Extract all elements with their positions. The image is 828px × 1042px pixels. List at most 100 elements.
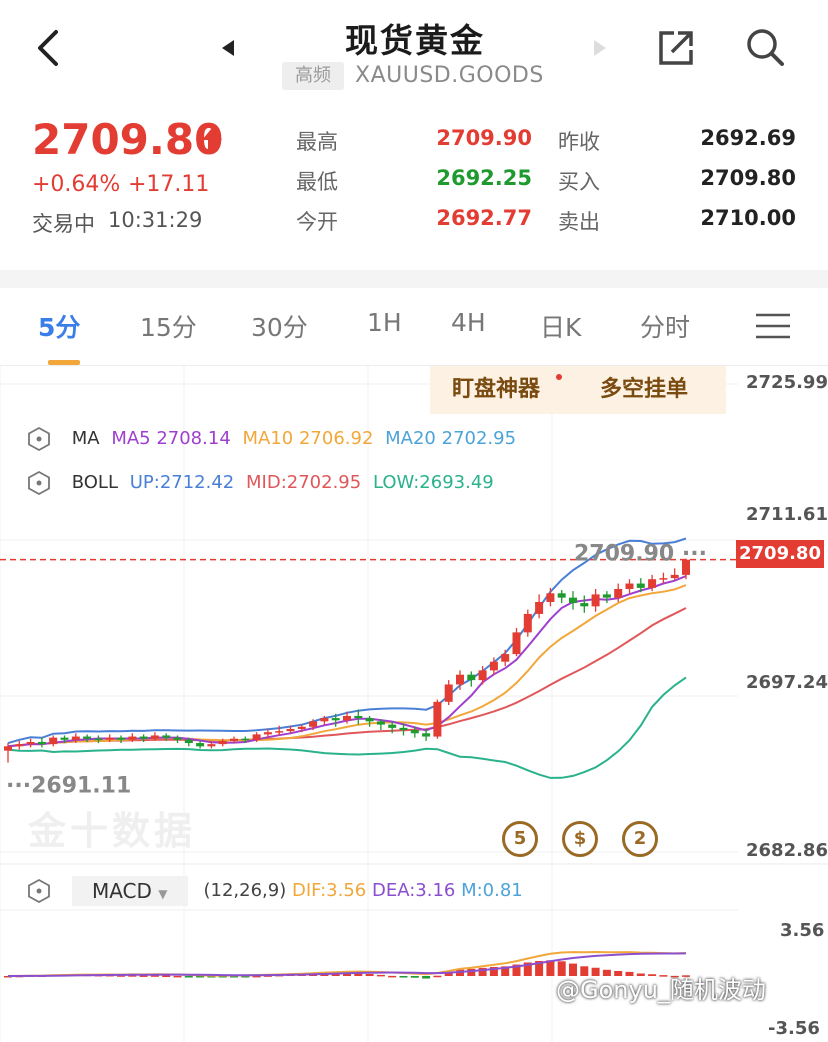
hexagon-settings-icon[interactable]: [26, 426, 52, 452]
candle-body: [433, 701, 442, 737]
page-title: 现货黄金: [345, 21, 485, 60]
indicator-select-label: MACD: [91, 879, 152, 903]
candle-body: [444, 684, 453, 702]
long-short-button[interactable]: 多空挂单: [600, 366, 688, 414]
tab-daily[interactable]: 日K: [540, 308, 581, 344]
prev-close-value: 2692.69: [700, 126, 796, 150]
candle-body: [670, 574, 679, 579]
candle-body: [523, 613, 532, 633]
author-credit: @Gonyu_随机波动: [556, 976, 766, 1004]
dea-value: DEA:3.16: [371, 880, 456, 901]
candle-body: [49, 737, 58, 745]
candle-body: [636, 583, 645, 588]
macd-bar: [410, 976, 419, 978]
candle-body: [263, 732, 272, 735]
tab-4h[interactable]: 4H: [451, 308, 486, 337]
candle-body: [399, 727, 408, 731]
next-arrow-icon[interactable]: [592, 38, 608, 58]
last-price: 2709.80: [32, 115, 224, 164]
candle-body: [286, 728, 295, 732]
candle-body: [297, 726, 306, 729]
period-tabs: 5分 15分 30分 1H 4H 日K 分时: [0, 288, 828, 366]
candle-body: [139, 736, 148, 739]
y-tick-label: 2682.86: [746, 840, 828, 861]
candle-body: [105, 737, 114, 740]
macd-y-tick: -3.56: [768, 1018, 820, 1039]
high-marker: 2709.90 ···: [574, 542, 707, 567]
macd-params: (12,26,9): [203, 880, 287, 901]
candle-body: [591, 594, 600, 607]
macd-bar: [173, 975, 182, 978]
candle-body: [117, 737, 125, 740]
candle-body: [602, 594, 611, 598]
ma20-value: MA20 2702.95: [385, 428, 517, 449]
event-badge-2[interactable]: 2: [622, 821, 658, 857]
indicator-select[interactable]: MACD ▼: [71, 876, 188, 906]
prev-arrow-icon[interactable]: [220, 38, 236, 58]
open-value: 2692.77: [436, 206, 532, 230]
low-marker: ···2691.11: [6, 773, 131, 798]
candle-body: [37, 741, 46, 745]
macd-y-tick: 3.56: [780, 920, 825, 941]
candle-body: [275, 731, 284, 733]
macd-bar: [388, 975, 397, 978]
candle-body: [489, 661, 498, 671]
candle-body: [320, 718, 329, 722]
share-icon[interactable]: [656, 28, 696, 68]
ma10-value: MA10 2706.92: [242, 428, 374, 449]
m-value: M:0.81: [461, 880, 523, 901]
tab-timeline[interactable]: 分时: [640, 308, 690, 344]
candle-body: [354, 715, 363, 719]
y-tick-label: 2725.99: [746, 372, 828, 393]
macd-bar: [365, 973, 374, 976]
candle-body: [376, 721, 385, 725]
candle-body: [252, 734, 261, 740]
tab-5min[interactable]: 5分: [38, 308, 80, 344]
menu-icon[interactable]: [756, 312, 790, 340]
trade-time: 10:31:29: [108, 208, 203, 232]
bid-label: 买入: [558, 170, 600, 194]
notification-dot: [556, 374, 562, 380]
macd-bar: [399, 976, 408, 978]
candle-body: [422, 733, 431, 737]
tab-1h[interactable]: 1H: [367, 308, 402, 337]
candle-body: [331, 718, 340, 721]
candle-body: [512, 632, 521, 655]
bid-value: 2709.80: [700, 166, 796, 190]
prev-close-label: 昨收: [558, 130, 600, 154]
tab-30min[interactable]: 30分: [251, 308, 308, 344]
ask-label: 卖出: [558, 210, 600, 234]
change-percent: +0.64%: [32, 172, 121, 197]
back-icon[interactable]: [30, 28, 66, 68]
candle-body: [569, 597, 577, 604]
search-icon[interactable]: [744, 26, 786, 68]
candle-body: [60, 737, 69, 740]
low-value: 2692.25: [436, 166, 532, 190]
dif-value: DIF:3.56: [291, 880, 367, 901]
candle-body: [4, 746, 12, 751]
boll-up-value: UP:2712.42: [129, 472, 235, 493]
macd-bar: [376, 974, 385, 977]
macd-bar: [433, 975, 442, 978]
boll-low-value: LOW:2693.49: [372, 472, 494, 493]
macd-bar: [162, 975, 171, 978]
event-badge-5[interactable]: 5: [502, 821, 538, 857]
boll-label: BOLL: [71, 472, 118, 493]
section-divider: [0, 270, 828, 288]
hexagon-settings-icon[interactable]: [26, 470, 52, 496]
candle-body: [196, 743, 205, 747]
candle-body: [467, 674, 476, 681]
candle-body: [218, 740, 227, 745]
header: 现货黄金 高频 XAUUSD.GOODS: [0, 0, 828, 100]
ma-legend: MA MA5 2708.14 MA10 2706.92 MA20 2702.95: [26, 424, 522, 454]
monitor-tool-button[interactable]: 盯盘神器: [452, 366, 540, 414]
candle-body: [71, 736, 80, 740]
hexagon-settings-icon[interactable]: [26, 878, 52, 904]
candle-body: [241, 738, 250, 741]
candle-body: [501, 654, 510, 662]
candle-body: [478, 670, 487, 681]
tab-15min[interactable]: 15分: [140, 308, 197, 344]
symbol-code: XAUUSD.GOODS: [355, 63, 544, 88]
event-badge-dollar[interactable]: $: [562, 821, 598, 857]
macd-bar: [184, 976, 193, 978]
